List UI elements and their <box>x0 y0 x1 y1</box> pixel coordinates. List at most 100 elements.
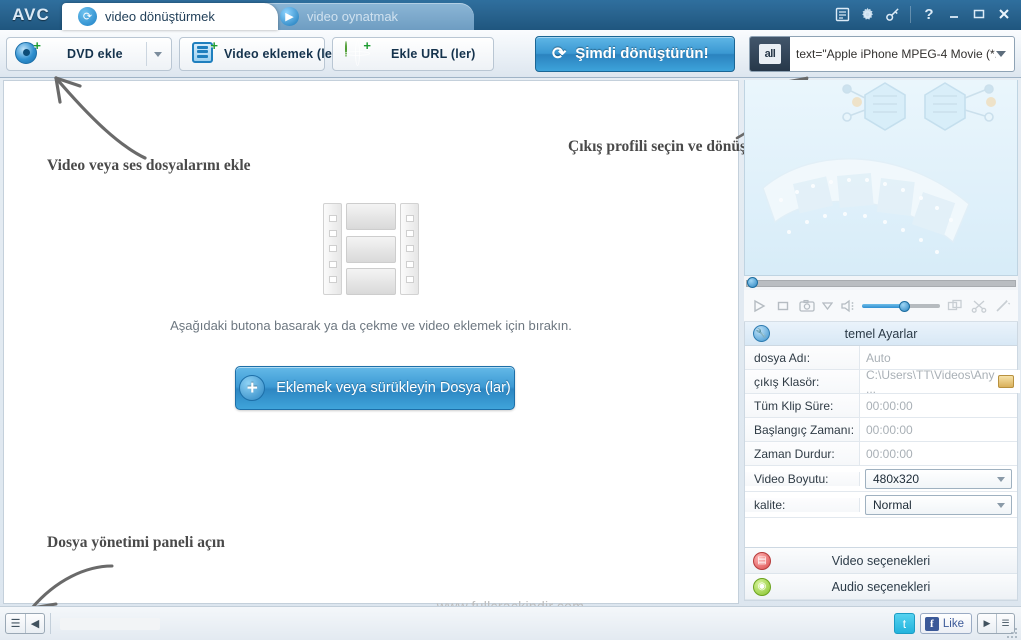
add-url-label: Ekle URL (ler) <box>391 46 476 61</box>
convert-now-button[interactable]: ⟳ Şimdi dönüştürün! <box>535 35 735 72</box>
tab-strip: ▶ video oynatmak ⟳ video dönüştürmek <box>62 0 474 30</box>
setting-row-output-folder: çıkış Klasör: C:\Users\TT\Videos\Any ... <box>745 367 1021 396</box>
filmstrip-placeholder-icon <box>323 203 419 295</box>
social-buttons: t f Like ▶ ☰ <box>893 613 1015 634</box>
quality-select[interactable]: Normal <box>865 494 1012 515</box>
chevron-down-icon[interactable] <box>997 476 1005 482</box>
tab-video-donusturmek[interactable]: ⟳ video dönüştürmek <box>62 3 278 30</box>
setting-label: Tüm Klip Süre: <box>745 394 860 417</box>
chevron-down-icon[interactable] <box>822 296 834 316</box>
gear-icon[interactable] <box>856 3 878 25</box>
key-icon[interactable] <box>881 3 903 25</box>
add-dvd-label: DVD ekle <box>67 46 123 61</box>
settings-title: temel Ayarlar <box>844 326 918 341</box>
setting-label: Başlangıç Zamanı: <box>745 418 860 441</box>
title-bar: AVC ▶ video oynatmak ⟳ video dönüştürmek… <box>0 0 1021 30</box>
annotation-open-file-panel: Dosya yönetimi paneli açın <box>47 534 225 551</box>
volume-slider[interactable] <box>862 296 941 316</box>
volume-handle[interactable] <box>899 300 911 312</box>
play-icon: ▶ <box>280 7 299 26</box>
chevron-down-icon[interactable] <box>154 51 162 57</box>
start-time-input[interactable]: 00:00:00 <box>860 418 1017 441</box>
scissors-icon[interactable] <box>969 296 988 316</box>
profile-all-icon: all <box>750 36 790 71</box>
camera-icon[interactable] <box>798 296 817 316</box>
log-icon[interactable] <box>831 3 853 25</box>
setting-row-stop-time: Zaman Durdur: 00:00:00 <box>745 442 1017 466</box>
setting-row-total-clip-duration: Tüm Klip Süre: 00:00:00 <box>745 394 1017 418</box>
setting-label: çıkış Klasör: <box>745 370 860 393</box>
stop-icon[interactable] <box>774 296 793 316</box>
add-video-label: Video eklemek (ler) <box>224 46 342 61</box>
output-profile-selector[interactable]: all text="Apple iPhone MPEG-4 Movie (*..… <box>749 35 1015 72</box>
play-icon[interactable]: ▶ <box>978 614 996 633</box>
wand-icon[interactable] <box>993 296 1012 316</box>
basic-settings-panel: 🔧 temel Ayarlar dosya Adı: Auto çıkış Kl… <box>744 322 1021 601</box>
close-button[interactable] <box>993 3 1015 25</box>
quality-value: Normal <box>873 497 912 512</box>
output-folder-value: C:\Users\TT\Videos\Any ... <box>866 367 995 396</box>
volume-fill <box>862 303 905 308</box>
output-folder-input[interactable]: C:\Users\TT\Videos\Any ... <box>860 367 1021 396</box>
audio-options-row[interactable]: ◉ Audio seçenekleri <box>745 574 1017 600</box>
file-name-input[interactable]: Auto <box>860 346 1017 369</box>
plus-icon: + <box>239 375 266 401</box>
file-panel-toggle[interactable]: ☰ ◀ <box>5 613 45 634</box>
convert-now-label: Şimdi dönüştürün! <box>575 45 709 62</box>
twitter-icon[interactable]: t <box>893 613 915 634</box>
setting-row-quality: kalite: Normal <box>745 492 1017 518</box>
add-video-button[interactable]: + Video eklemek (ler) <box>179 36 341 71</box>
add-files-label: Eklemek veya sürükleyin Dosya (lar) <box>276 380 511 396</box>
chevron-down-icon[interactable] <box>996 50 1006 57</box>
convert-icon: ⟳ <box>78 7 97 26</box>
window-buttons: ? <box>831 3 1015 25</box>
application-window: AVC ▶ video oynatmak ⟳ video dönüştürmek… <box>0 0 1021 640</box>
setting-row-start-time: Başlangıç Zamanı: 00:00:00 <box>745 418 1017 442</box>
add-files-button[interactable]: + Eklemek veya sürükleyin Dosya (lar) <box>235 366 515 410</box>
settings-blank-area <box>745 518 1017 548</box>
video-preview[interactable] <box>744 80 1018 276</box>
overlay-icon[interactable] <box>945 296 964 316</box>
list-icon[interactable]: ☰ <box>6 614 25 633</box>
right-panel: 🔧 temel Ayarlar dosya Adı: Auto çıkış Kl… <box>744 80 1021 604</box>
seek-slider[interactable] <box>744 276 1018 290</box>
maximize-button[interactable] <box>968 3 990 25</box>
play-icon[interactable] <box>750 296 769 316</box>
facebook-like-label: Like <box>942 617 964 630</box>
total-duration-input[interactable]: 00:00:00 <box>860 394 1017 417</box>
progress-placeholder <box>60 618 160 630</box>
video-size-select[interactable]: 480x320 <box>865 468 1012 489</box>
seek-track <box>746 279 1016 287</box>
stop-time-input[interactable]: 00:00:00 <box>860 442 1017 465</box>
chevron-left-icon[interactable]: ◀ <box>25 614 44 633</box>
globe-add-icon: + <box>345 39 371 66</box>
status-bar: ☰ ◀ t f Like ▶ ☰ <box>0 606 1021 640</box>
divider <box>50 613 51 634</box>
audio-options-label: Audio seçenekleri <box>831 579 931 594</box>
tab-label: video dönüştürmek <box>105 9 215 24</box>
chevron-down-icon[interactable] <box>997 502 1005 508</box>
speaker-icon[interactable] <box>838 296 857 316</box>
settings-header: 🔧 temel Ayarlar <box>745 322 1017 346</box>
seek-handle[interactable] <box>747 277 758 288</box>
setting-label: Video Boyutu: <box>745 471 860 486</box>
minimize-button[interactable] <box>943 3 965 25</box>
setting-row-video-size: Video Boyutu: 480x320 <box>745 466 1017 492</box>
facebook-icon: f <box>924 616 939 631</box>
help-button[interactable]: ? <box>918 3 940 25</box>
add-dvd-button[interactable]: + DVD ekle <box>6 36 172 71</box>
divider <box>910 5 911 23</box>
drop-hint-text: Aşağıdaki butona basarak ya da çekme ve … <box>170 318 572 333</box>
video-options-row[interactable]: ▤ Video seçenekleri <box>745 548 1017 574</box>
refresh-icon: ⟳ <box>552 43 567 63</box>
facebook-like-button[interactable]: f Like <box>919 613 972 634</box>
setting-label: Zaman Durdur: <box>745 442 860 465</box>
video-size-value: 480x320 <box>873 471 920 486</box>
resize-grip[interactable] <box>1007 626 1019 638</box>
tab-video-oynatmak[interactable]: ▶ video oynatmak <box>264 3 474 30</box>
add-url-button[interactable]: + Ekle URL (ler) <box>332 36 494 71</box>
output-profile-value: text="Apple iPhone MPEG-4 Movie (*... <box>796 46 996 61</box>
folder-icon[interactable] <box>998 375 1015 388</box>
tab-label: video oynatmak <box>307 9 399 24</box>
dvd-disc-icon: + <box>15 39 41 66</box>
